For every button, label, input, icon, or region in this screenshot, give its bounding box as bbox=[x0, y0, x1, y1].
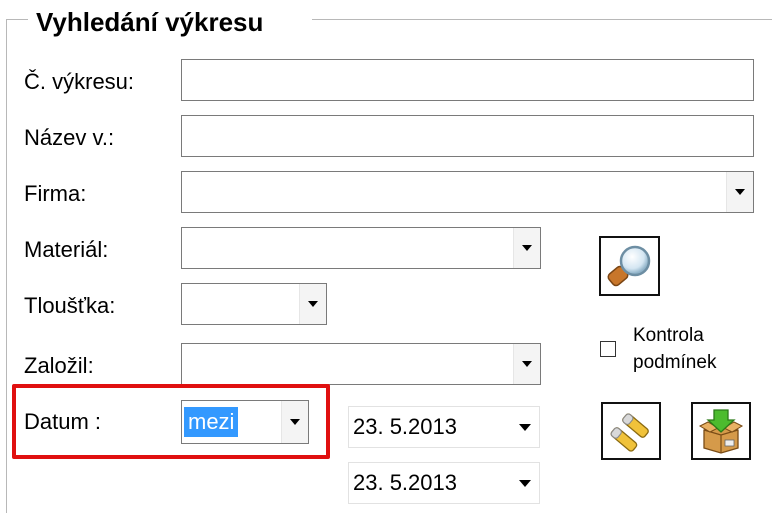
check-conditions-checkbox[interactable] bbox=[600, 341, 616, 357]
drawing-number-input[interactable] bbox=[181, 59, 754, 101]
thickness-label: Tloušťka: bbox=[24, 293, 116, 318]
groupbox-top-right bbox=[312, 19, 772, 20]
date-from-picker[interactable]: 23. 5.2013 bbox=[348, 406, 540, 448]
check-conditions-label-line1: Kontrola bbox=[633, 325, 704, 346]
eraser-icon bbox=[610, 413, 649, 452]
company-combobox[interactable] bbox=[181, 171, 754, 213]
highlight-rectangle bbox=[12, 384, 330, 459]
material-combobox[interactable] bbox=[181, 227, 541, 269]
material-label: Materiál: bbox=[24, 237, 109, 262]
drawing-name-label: Název v.: bbox=[24, 125, 115, 150]
chevron-down-icon[interactable] bbox=[519, 463, 531, 503]
date-from-value: 23. 5.2013 bbox=[353, 414, 457, 439]
import-button[interactable] bbox=[691, 402, 751, 460]
groupbox-title: Vyhledání výkresu bbox=[30, 6, 270, 38]
created-by-label: Založil: bbox=[24, 353, 94, 378]
created-by-combobox[interactable] bbox=[181, 343, 541, 385]
chevron-down-icon[interactable] bbox=[513, 344, 540, 384]
clear-button[interactable] bbox=[601, 402, 661, 460]
groupbox-left bbox=[6, 19, 7, 513]
check-conditions-label-line2: podmínek bbox=[633, 352, 717, 373]
chevron-down-icon[interactable] bbox=[726, 172, 753, 212]
magnifier-icon bbox=[606, 245, 650, 287]
chevron-down-icon[interactable] bbox=[513, 228, 540, 268]
drawing-name-input[interactable] bbox=[181, 115, 754, 157]
groupbox-top-left bbox=[6, 19, 28, 20]
box-with-green-arrow-icon bbox=[698, 409, 744, 454]
thickness-combobox[interactable] bbox=[181, 283, 327, 325]
search-button[interactable] bbox=[599, 236, 660, 296]
drawing-number-label: Č. výkresu: bbox=[24, 69, 135, 94]
chevron-down-icon[interactable] bbox=[519, 407, 531, 447]
date-to-value: 23. 5.2013 bbox=[353, 470, 457, 495]
date-to-picker[interactable]: 23. 5.2013 bbox=[348, 462, 540, 504]
company-label: Firma: bbox=[24, 181, 87, 206]
chevron-down-icon[interactable] bbox=[299, 284, 326, 324]
